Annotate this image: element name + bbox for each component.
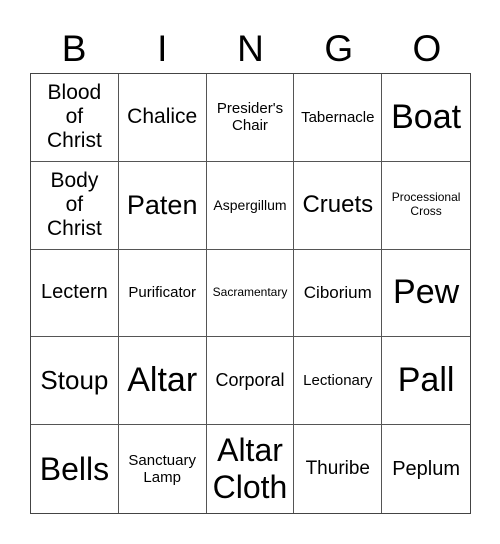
bingo-cell[interactable]: Sanctuary Lamp (119, 425, 207, 513)
bingo-cell[interactable]: Body of Christ (31, 161, 119, 250)
bingo-cell-text: Altar Cloth (212, 432, 288, 506)
bingo-cell-text: Paten (126, 189, 198, 220)
bingo-cell[interactable]: Pall (382, 337, 470, 426)
bingo-cell[interactable]: Altar Cloth (207, 425, 295, 513)
header-letter-b: B (61, 28, 87, 69)
bingo-cell-text: Boat (391, 97, 462, 136)
bingo-cell[interactable]: Paten (118, 161, 207, 250)
bingo-cell-text: Pall (397, 361, 455, 400)
bingo-cell-text: Sanctuary Lamp (128, 451, 196, 487)
bingo-cell[interactable]: Chalice (118, 74, 207, 162)
bingo-cell[interactable]: Altar (118, 337, 207, 426)
bingo-cell-text: Presider's Chair (216, 100, 284, 135)
bingo-cell-text: Tabernacle (301, 108, 375, 126)
header-letter-g: G (324, 28, 354, 69)
bingo-cell[interactable]: Lectern (31, 249, 119, 338)
bingo-cell[interactable]: Corporal (206, 337, 295, 426)
bingo-cell-text: Aspergillum (213, 197, 287, 214)
bingo-cell-text: Chalice (127, 105, 198, 129)
bingo-cell[interactable]: Sacramentary (206, 249, 295, 338)
bingo-cell-text: Blood of Christ (46, 81, 102, 153)
bingo-cell-text: Body of Christ (46, 168, 102, 241)
bingo-grid: Blood of Christ Chalice Presider's Chair Ta… (30, 73, 471, 514)
bingo-cell-text: Cruets (302, 191, 374, 219)
bingo-cell-text: Lectionary (303, 372, 373, 390)
header-letter-o: O (412, 28, 442, 69)
bingo-cell[interactable]: Processional Cross (382, 162, 470, 250)
bingo-cell-text: Stoup (40, 364, 109, 395)
bingo-cell-text: Bells (39, 450, 110, 487)
bingo-cell[interactable]: Purificator (118, 249, 207, 338)
bingo-cell[interactable]: Cruets (294, 161, 383, 250)
bingo-cell[interactable]: Aspergillum (206, 161, 295, 250)
bingo-cell-text: Altar (127, 361, 198, 400)
bingo-cell-text: Peplum (392, 457, 460, 480)
bingo-cell-text: Lectern (41, 281, 108, 304)
bingo-header: B I N G O (30, 26, 471, 72)
bingo-cell-text: Sacramentary (212, 285, 288, 300)
bingo-cell-text: Corporal (215, 370, 285, 391)
bingo-cell-text: Pew (393, 273, 460, 312)
bingo-cell-text: Processional Cross (391, 190, 461, 219)
bingo-cell[interactable]: Ciborium (294, 249, 383, 338)
header-letter-n: N (237, 28, 264, 69)
bingo-cell[interactable]: Lectionary (294, 337, 383, 426)
header-letter-i: I (157, 28, 168, 69)
bingo-cell-text: Thuribe (305, 458, 370, 480)
bingo-cell[interactable]: Tabernacle (294, 74, 383, 162)
bingo-cell[interactable]: Thuribe (294, 425, 383, 513)
bingo-cell[interactable]: Peplum (382, 425, 470, 513)
bingo-cell-text: Ciborium (303, 283, 372, 303)
bingo-cell[interactable]: Bells (31, 425, 119, 513)
bingo-cell[interactable]: Boat (382, 74, 470, 162)
bingo-cell[interactable]: Blood of Christ (31, 74, 119, 162)
bingo-cell-text: Purificator (128, 284, 196, 302)
bingo-cell[interactable]: Pew (382, 250, 470, 338)
bingo-cell[interactable]: Presider's Chair (206, 74, 295, 162)
bingo-cell[interactable]: Stoup (31, 337, 119, 426)
